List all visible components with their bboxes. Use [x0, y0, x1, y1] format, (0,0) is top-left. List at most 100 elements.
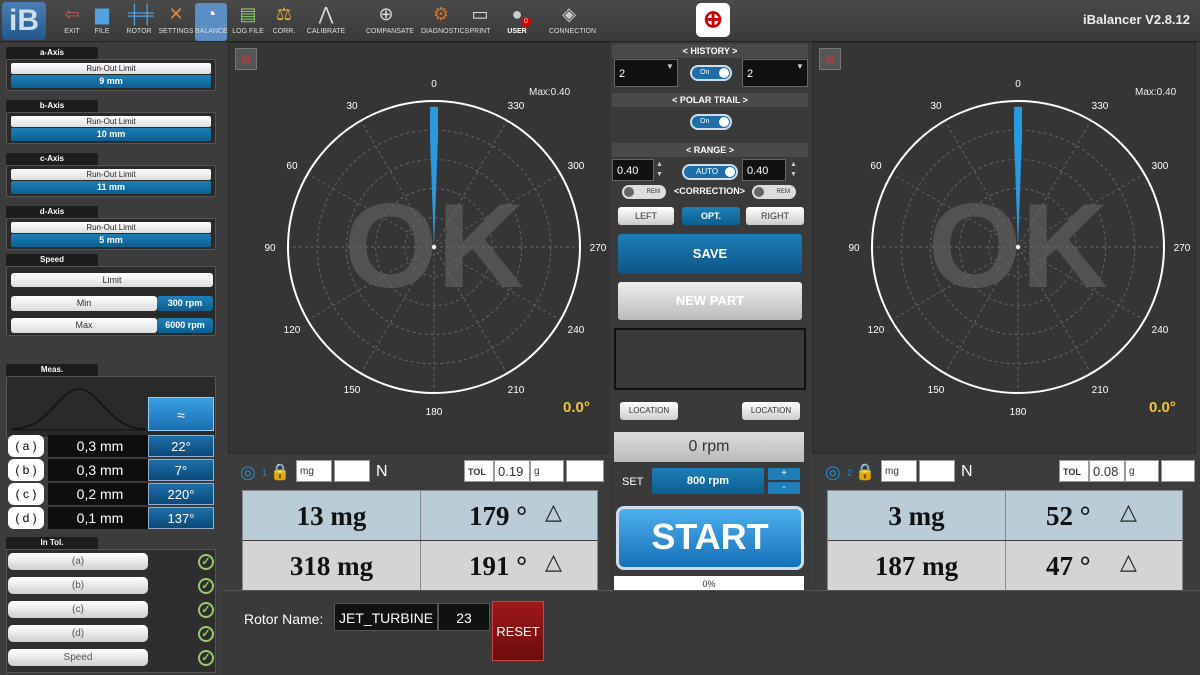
set-rpm-value[interactable]: 800 rpm	[652, 468, 764, 494]
a-axis-header: a-Axis	[6, 47, 98, 59]
range-header[interactable]: < RANGE >	[612, 143, 808, 157]
lock-icon[interactable]: 🔒	[270, 462, 290, 482]
save-button[interactable]: SAVE	[618, 234, 802, 274]
tol-aux-select[interactable]	[566, 460, 604, 482]
speed-min-value[interactable]: 300 rpm	[157, 296, 213, 311]
approx-button[interactable]: ≈	[148, 397, 214, 431]
connection-button[interactable]: ◈ CONNECTION	[549, 3, 596, 41]
polar-tick-label: 60	[286, 161, 298, 172]
compass-icon: ⋀	[318, 4, 334, 24]
print-button[interactable]: ▭ PRINT	[460, 3, 500, 41]
correction-label: <CORRECTION>	[674, 186, 746, 196]
polar-angle-readout: 0.0°	[563, 399, 590, 416]
target-icon: ◎	[240, 462, 256, 482]
in-tol-speed[interactable]: Speed	[8, 649, 148, 666]
rotor-name-field[interactable]: JET_TURBINE	[334, 603, 438, 631]
balance-button[interactable]: ◔ BALANCE	[195, 3, 228, 41]
unit-select[interactable]: mg	[296, 460, 332, 482]
aux-select[interactable]	[334, 460, 370, 482]
speed-header: Speed	[6, 254, 98, 266]
check-icon: ✓	[198, 650, 214, 666]
left-button[interactable]: LEFT	[618, 207, 674, 225]
tol-value[interactable]: 0.08	[1089, 460, 1125, 482]
correction-button[interactable]: ⚖ CORR.	[264, 3, 304, 41]
meas-row-a: ( a ) 0,3 mm 22°	[8, 435, 216, 457]
polar-tick-label: 120	[284, 325, 301, 336]
right-button[interactable]: RIGHT	[746, 207, 804, 225]
a-axis-limit-value[interactable]: 9 mm	[11, 75, 211, 88]
polar-tick-label: 240	[568, 325, 585, 336]
in-tol-a[interactable]: (a)	[8, 553, 148, 570]
a-axis-limit-label: Run-Out Limit	[11, 63, 211, 74]
range-left-input[interactable]: 0.40	[612, 159, 654, 181]
opt-button[interactable]: OPT.	[682, 207, 740, 225]
aux-select[interactable]	[919, 460, 955, 482]
meas-box: ≈	[6, 376, 216, 438]
compansate-button[interactable]: ⊕ COMPANSATE	[366, 3, 414, 41]
folder-icon: ▆	[95, 4, 109, 24]
d-axis-box: Run-Out Limit 5 mm	[6, 218, 216, 250]
location-left-button[interactable]: LOCATION	[620, 402, 678, 420]
start-button[interactable]: START	[616, 506, 804, 570]
stepper-icon[interactable]: ▲ ▼	[790, 160, 797, 180]
tol-value[interactable]: 0.19	[494, 460, 530, 482]
rotor-button[interactable]: ╪╪ ROTOR	[119, 3, 159, 41]
triangle-icon: △	[1120, 499, 1137, 524]
log-file-button[interactable]: ▤ LOG FILE	[228, 3, 268, 41]
b-axis-limit-value[interactable]: 10 mm	[11, 128, 211, 141]
file-button[interactable]: ▆ FILE	[82, 3, 122, 41]
rotor-number-field[interactable]: 23	[438, 603, 490, 631]
chevron-down-icon: ▼	[796, 62, 804, 71]
plane1-unit-row: ◎ 1 🔒 mg N TOL 0.19 g	[240, 460, 606, 484]
user-button[interactable]: ● 0 USER	[497, 3, 537, 41]
in-tol-d[interactable]: (d)	[8, 625, 148, 642]
history-toggle[interactable]: On	[690, 65, 732, 81]
check-icon: ✓	[198, 578, 214, 594]
check-icon: ✓	[198, 554, 214, 570]
lock-icon[interactable]: 🔒	[855, 462, 875, 482]
rem-left-toggle[interactable]: REM	[622, 185, 666, 199]
triangle-icon: △	[545, 549, 562, 574]
polar-chart-right: OK0306090120150180210240270300330	[848, 79, 1190, 418]
meas-angle: 22°	[148, 435, 214, 457]
meas-label: ( d )	[8, 507, 44, 529]
tol-unit-select[interactable]: g	[1125, 460, 1159, 482]
in-tol-b[interactable]: (b)	[8, 577, 148, 594]
meas-label: ( b )	[8, 459, 44, 481]
rotor-icon: ╪╪	[128, 4, 154, 24]
gaussian-curve-icon	[11, 388, 147, 431]
new-part-button[interactable]: NEW PART	[618, 282, 802, 320]
c-axis-limit-value[interactable]: 11 mm	[11, 181, 211, 194]
rem-right-toggle[interactable]: REM	[752, 185, 796, 199]
calibrate-button[interactable]: ⋀ CALIBRATE	[306, 3, 346, 41]
speed-max-value[interactable]: 6000 rpm	[157, 318, 213, 333]
d-axis-limit-value[interactable]: 5 mm	[11, 234, 211, 247]
polar-tick-label: 270	[590, 243, 607, 254]
plane2-angle-2: 47 °	[1005, 541, 1182, 590]
reset-button[interactable]: RESET	[492, 601, 544, 661]
polar-trail-toggle[interactable]: On	[690, 114, 732, 130]
minus-button[interactable]: -	[768, 482, 800, 494]
plane1-mass-2: 318 mg	[243, 541, 420, 590]
left-panel: a-Axis Run-Out Limit 9 mm b-Axis Run-Out…	[0, 42, 220, 675]
range-right-input[interactable]: 0.40	[742, 159, 786, 181]
plus-button[interactable]: +	[768, 468, 800, 480]
speed-min-label: Min	[11, 296, 157, 311]
tol-unit-select[interactable]: g	[530, 460, 564, 482]
unit-select[interactable]: mg	[881, 460, 917, 482]
location-right-button[interactable]: LOCATION	[742, 402, 800, 420]
in-tol-header: In Tol.	[6, 537, 98, 549]
top-toolbar: iB ⇦ EXIT ▆ FILE ╪╪ ROTOR ✕ SETTINGS ◔ B…	[0, 0, 1200, 42]
polar-trail-header[interactable]: < POLAR TRAIL >	[612, 93, 808, 107]
c-axis-box: Run-Out Limit 11 mm	[6, 165, 216, 197]
polar-plot-right: ⊕ OK 0 30 60 90 120 150 180 210 240 270 300 330 Max:…	[812, 42, 1196, 454]
in-tol-c[interactable]: (c)	[8, 601, 148, 618]
stepper-icon[interactable]: ▲ ▼	[656, 160, 663, 180]
diagnostics-button[interactable]: ⚙ DIAGNOSTICS	[421, 3, 469, 41]
tol-aux-select[interactable]	[1161, 460, 1195, 482]
a-axis-box: Run-Out Limit 9 mm	[6, 59, 216, 91]
polar-angle-readout: 0.0°	[1149, 399, 1176, 416]
history-header[interactable]: < HISTORY >	[612, 44, 808, 58]
settings-button[interactable]: ✕ SETTINGS	[156, 3, 196, 41]
range-auto-toggle[interactable]: AUTO	[682, 164, 738, 180]
